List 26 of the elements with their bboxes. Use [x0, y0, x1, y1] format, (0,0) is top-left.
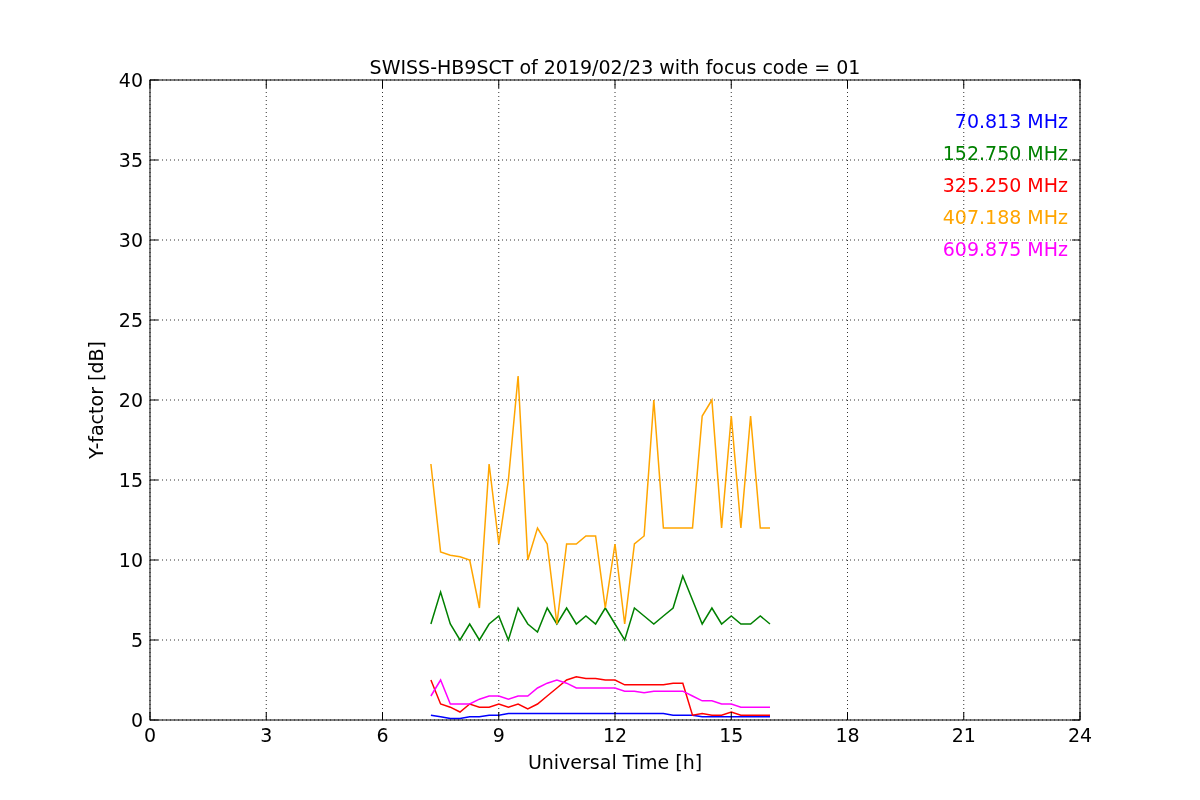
y-axis-label: Y-factor [dB] — [85, 341, 107, 459]
tick-label: 40 — [118, 69, 143, 91]
x-axis-label: Universal Time [h] — [527, 751, 703, 773]
tick-label: 0 — [130, 709, 143, 731]
tick-label: 35 — [118, 149, 143, 171]
tick-label: 18 — [835, 724, 860, 746]
legend-entry: 325.250 MHz — [942, 174, 1068, 196]
tick-label: 6 — [376, 724, 389, 746]
tick-label: 15 — [719, 724, 744, 746]
legend-entry: 70.813 MHz — [954, 110, 1068, 132]
tick-label: 15 — [118, 469, 143, 491]
tick-label: 30 — [118, 229, 143, 251]
legend-entry: 152.750 MHz — [942, 142, 1068, 164]
tick-label: 0 — [143, 724, 157, 746]
tick-label: 3 — [260, 724, 273, 746]
tick-label: 5 — [130, 629, 143, 651]
tick-label: 25 — [118, 309, 143, 331]
tick-label: 20 — [118, 389, 143, 411]
tick-label: 10 — [118, 549, 143, 571]
tick-label: 12 — [602, 724, 628, 746]
tick-label: 21 — [951, 724, 976, 746]
legend-entry: 609.875 MHz — [942, 238, 1068, 260]
tick-label: 9 — [492, 724, 505, 746]
chart-title: SWISS-HB9SCT of 2019/02/23 with focus code = 01 — [369, 56, 861, 78]
legend-entry: 407.188 MHz — [942, 206, 1068, 228]
tick-label: 24 — [1067, 724, 1093, 746]
